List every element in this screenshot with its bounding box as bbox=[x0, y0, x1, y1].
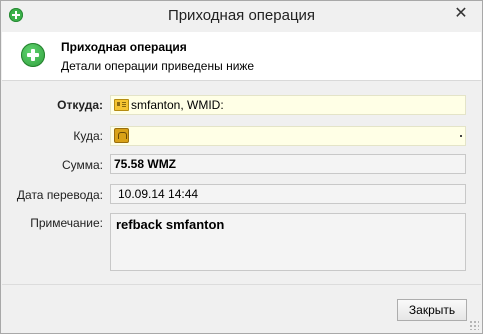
add-green-icon bbox=[21, 43, 45, 67]
date-field[interactable]: 10.09.14 14:44 bbox=[110, 184, 466, 204]
note-field[interactable]: refback smfanton bbox=[110, 213, 466, 271]
amount-field[interactable]: 75.58 WMZ bbox=[110, 154, 466, 174]
to-field[interactable] bbox=[110, 126, 466, 146]
window-close-icon[interactable]: ✕ bbox=[446, 3, 476, 25]
header-subtitle: Детали операции приведены ниже bbox=[61, 59, 255, 73]
dialog-header: Приходная операция Детали операции приве… bbox=[2, 32, 481, 81]
field-end-dot bbox=[460, 135, 462, 137]
date-value: 10.09.14 14:44 bbox=[118, 187, 199, 201]
note-label: Примечание: bbox=[30, 216, 103, 230]
dialog-window: Приходная операция ✕ Приходная операция … bbox=[0, 0, 483, 334]
resize-grip-icon[interactable] bbox=[469, 320, 479, 330]
footer-divider bbox=[2, 284, 481, 285]
amount-label: Сумма: bbox=[61, 158, 103, 172]
window-title: Приходная операция bbox=[167, 7, 316, 24]
amount-value: 75.58 WMZ bbox=[114, 157, 177, 171]
from-value: smfanton, WMID: bbox=[131, 98, 224, 112]
to-label: Куда: bbox=[73, 129, 103, 143]
date-label: Дата перевода: bbox=[16, 188, 103, 202]
from-label: Откуда: bbox=[57, 98, 103, 112]
purse-icon bbox=[114, 128, 129, 144]
title-bar: Приходная операция ✕ bbox=[1, 1, 482, 31]
wmid-card-icon bbox=[114, 98, 129, 111]
header-title: Приходная операция bbox=[61, 40, 187, 54]
close-button[interactable]: Закрыть bbox=[397, 299, 467, 321]
from-field[interactable]: smfanton, WMID: bbox=[110, 95, 466, 115]
